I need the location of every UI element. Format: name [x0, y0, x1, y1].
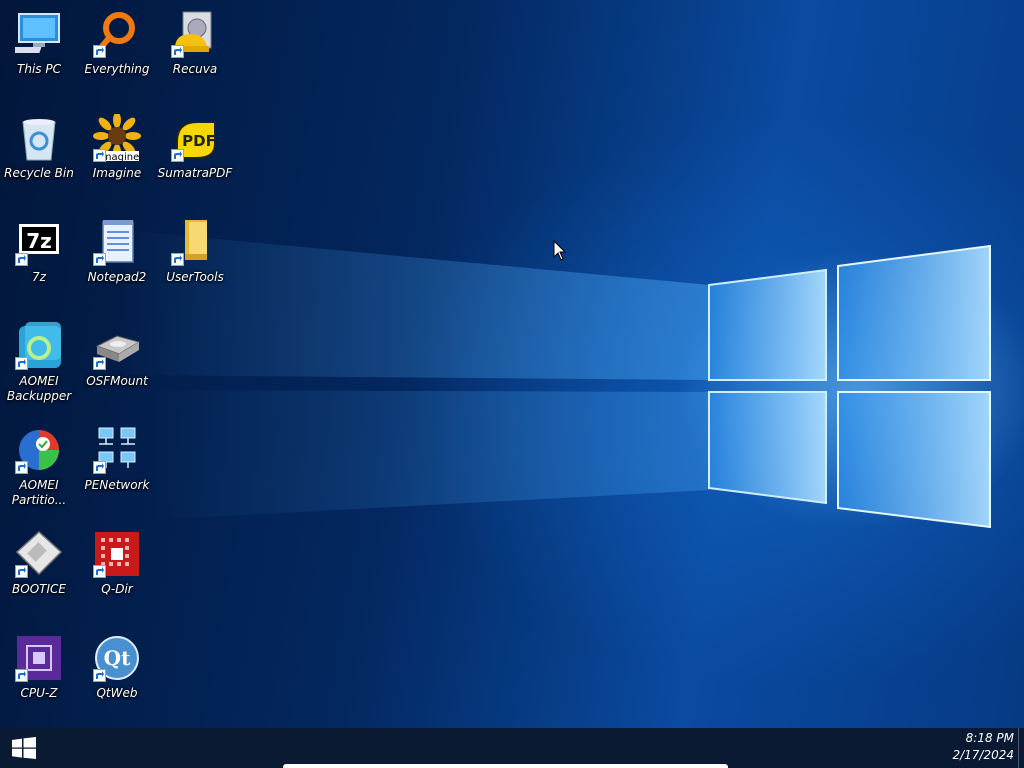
desktop-icon-recuva[interactable]: Recuva — [156, 4, 234, 104]
icon-label: Everything — [84, 62, 150, 76]
shortcut-arrow-icon — [171, 253, 184, 266]
system-clock[interactable]: 8:18 PM 2/17/2024 — [934, 730, 1014, 764]
desktop-icon-bootice[interactable]: BOOTICE — [0, 524, 78, 624]
this-pc-icon — [9, 10, 63, 58]
shortcut-arrow-icon — [171, 45, 184, 58]
icon-label: Notepad2 — [87, 270, 147, 284]
qtweb-badge-text: Qt — [104, 646, 131, 670]
icon-label: AOMEI Partitio... — [11, 478, 67, 507]
bootice-icon — [15, 530, 63, 578]
imagine-icon: Imagine — [93, 112, 141, 163]
show-desktop-button[interactable] — [1018, 728, 1024, 768]
everything-icon — [93, 10, 141, 58]
icon-label: Recycle Bin — [4, 166, 74, 180]
shortcut-arrow-icon — [93, 461, 106, 474]
q-dir-icon — [93, 530, 141, 578]
start-button[interactable] — [0, 728, 48, 768]
icon-label: PENetwork — [84, 478, 150, 492]
desktop-icon-sumatrapdf[interactable]: PDF SumatraPDF — [156, 108, 234, 208]
taskbar: 8:18 PM 2/17/2024 — [0, 728, 1024, 768]
mouse-cursor-icon — [553, 240, 567, 261]
aomei-partition-icon — [15, 426, 63, 474]
qtweb-icon: Qt — [93, 634, 141, 682]
desktop-icon-7z[interactable]: 7z 7z — [0, 212, 78, 312]
sumatra-badge-text: PDF — [182, 132, 216, 150]
aomei-backupper-icon — [15, 322, 63, 370]
icon-label: Imagine — [92, 166, 142, 180]
icon-label: Recuva — [172, 62, 218, 76]
desktop-icon-qtweb[interactable]: Qt QtWeb — [78, 628, 156, 728]
osfmount-icon — [93, 322, 141, 370]
shortcut-arrow-icon — [15, 253, 28, 266]
recuva-icon — [171, 10, 219, 58]
shortcut-arrow-icon — [93, 357, 106, 370]
icon-label: QtWeb — [96, 686, 138, 700]
bottom-edge-bar — [283, 764, 728, 768]
icon-label: 7z — [32, 270, 46, 284]
icon-label: UserTools — [166, 270, 224, 284]
clock-time: 8:18 PM — [965, 731, 1014, 745]
desktop-icon-penetwork[interactable]: PENetwork — [78, 420, 156, 520]
7z-icon: 7z — [15, 218, 63, 266]
desktop-icon-q-dir[interactable]: Q-Dir — [78, 524, 156, 624]
desktop-icon-cpu-z[interactable]: CPU-Z — [0, 628, 78, 728]
shortcut-arrow-icon — [93, 565, 106, 578]
shortcut-arrow-icon — [15, 669, 28, 682]
desktop-icon-usertools[interactable]: UserTools — [156, 212, 234, 312]
notepad2-icon — [93, 218, 141, 266]
shortcut-arrow-icon — [93, 253, 106, 266]
shortcut-arrow-icon — [171, 149, 184, 162]
7z-badge-text: 7z — [26, 229, 52, 253]
desktop-icon-aomei-partition[interactable]: AOMEI Partitio... — [0, 420, 78, 520]
icon-label: Q-Dir — [101, 582, 133, 596]
shortcut-arrow-icon — [93, 669, 106, 682]
icon-label: This PC — [17, 62, 61, 76]
sumatrapdf-icon: PDF — [171, 114, 219, 162]
desktop-icon-notepad2[interactable]: Notepad2 — [78, 212, 156, 312]
desktop-icon-recycle-bin[interactable]: Recycle Bin — [0, 108, 78, 208]
icon-label: OSFMount — [86, 374, 148, 388]
clock-date: 2/17/2024 — [952, 748, 1014, 762]
recycle-bin-icon — [15, 114, 63, 162]
icon-label: BOOTICE — [12, 582, 66, 596]
penetwork-icon — [93, 426, 141, 474]
desktop-icon-osfmount[interactable]: OSFMount — [78, 316, 156, 416]
desktop-icon-this-pc[interactable]: This PC — [0, 4, 78, 104]
icon-label: AOMEI Backupper — [6, 374, 72, 403]
shortcut-arrow-icon — [15, 565, 28, 578]
icon-label: SumatraPDF — [157, 166, 233, 180]
shortcut-arrow-icon — [93, 45, 106, 58]
windows-start-icon — [12, 737, 36, 759]
cpu-z-icon — [15, 634, 63, 682]
desktop-icon-everything[interactable]: Everything — [78, 4, 156, 104]
shortcut-arrow-icon — [15, 357, 28, 370]
shortcut-arrow-icon — [93, 149, 106, 162]
icon-label: CPU-Z — [20, 686, 58, 700]
folder-icon — [171, 218, 219, 266]
desktop[interactable]: This PC Recycle Bin 7z 7z AOMEI Backuppe… — [0, 0, 1024, 728]
desktop-icon-aomei-backupper[interactable]: AOMEI Backupper — [0, 316, 78, 416]
desktop-icon-imagine[interactable]: Imagine Imagine — [78, 108, 156, 208]
shortcut-arrow-icon — [15, 461, 28, 474]
